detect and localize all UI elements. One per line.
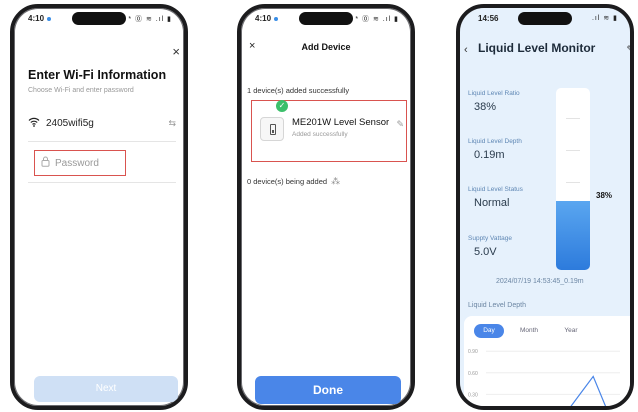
dynamic-island [72, 12, 126, 25]
metric-value-depth: 0.19m [474, 149, 505, 161]
status-icons: * ⓪ ≋ .ıl ▮ [128, 16, 172, 23]
screenshot-stage: 4:10 * ⓪ ≋ .ıl ▮ × Enter Wi-Fi Informati… [0, 0, 638, 412]
device-status: Added successfully [292, 131, 348, 138]
status-time: 4:10 [28, 14, 52, 23]
section-title: Liquid Level Depth [468, 302, 526, 309]
status-bar: 14:56 .ıl ≋ ▮ [460, 8, 630, 30]
close-icon[interactable]: × [172, 44, 180, 59]
location-dot-icon [47, 16, 52, 21]
status-icons: .ıl ≋ ▮ [591, 15, 618, 22]
y-tick-label: 0.60 [468, 371, 478, 377]
wifi-network-selector[interactable]: 2405wifi5g ⇆ [28, 112, 176, 142]
page-title: Add Device [301, 42, 351, 52]
tab-day[interactable]: Day [474, 324, 504, 338]
done-button[interactable]: Done [255, 376, 401, 404]
metric-label-depth: Liquid Level Depth [468, 138, 522, 145]
tank-tick [566, 150, 580, 151]
location-dot-icon [274, 16, 279, 21]
dynamic-island [299, 12, 353, 25]
tab-year[interactable]: Year [556, 324, 586, 338]
added-count-text: 1 device(s) added successfully [247, 86, 350, 95]
depth-line-chart: 0.90 0.60 0.30 [468, 349, 620, 406]
phone-level-monitor: 14:56 .ıl ≋ ▮ ‹ Liquid Level Monitor ✎ L… [456, 4, 634, 410]
switch-network-icon[interactable]: ⇆ [168, 118, 176, 129]
wifi-ssid: 2405wifi5g [46, 118, 94, 129]
depth-chart-card: Day Month Year 0.90 0.60 0.30 [464, 316, 630, 406]
sensor-device-icon [260, 117, 284, 141]
status-bar: 4:10 * ⓪ ≋ .ıl ▮ [241, 8, 411, 30]
edit-icon[interactable]: ✎ [626, 44, 630, 55]
adding-count-text: 0 device(s) being added ⁂ [247, 176, 341, 186]
wifi-icon [28, 117, 40, 130]
phone-wifi-setup: 4:10 * ⓪ ≋ .ıl ▮ × Enter Wi-Fi Informati… [10, 4, 188, 410]
divider [28, 182, 176, 183]
loading-spinner-icon: ⁂ [331, 176, 341, 186]
page-title: Liquid Level Monitor [478, 41, 596, 55]
metric-value-status: Normal [474, 197, 510, 209]
y-tick-label: 0.30 [468, 392, 478, 398]
metric-value-ratio: 38% [474, 101, 497, 113]
depth-series-line [570, 375, 607, 406]
status-icons: * ⓪ ≋ .ıl ▮ [355, 16, 399, 23]
device-name: ME201W Level Sensor [292, 117, 390, 128]
back-icon[interactable]: ‹ [464, 44, 468, 56]
device-card[interactable]: ✓ ME201W Level Sensor Added successfully… [251, 100, 407, 162]
reading-timestamp: 2024/07/19 14:53:45_0.19m [496, 278, 584, 285]
tab-month[interactable]: Month [514, 324, 544, 338]
password-field-highlight [34, 150, 126, 176]
status-bar: 4:10 * ⓪ ≋ .ıl ▮ [14, 8, 184, 30]
next-button[interactable]: Next [34, 376, 178, 402]
dynamic-island [518, 12, 572, 25]
page-subtitle: Choose Wi-Fi and enter password [28, 87, 134, 94]
tank-tick [566, 118, 580, 119]
edit-name-icon[interactable]: ✎ [396, 119, 404, 130]
status-time: 4:10 [255, 14, 279, 23]
status-time: 14:56 [478, 14, 499, 23]
metric-label-status: Liquid Level Status [468, 186, 523, 193]
tank-percent-label: 38% [596, 191, 613, 200]
metric-label-ratio: Liquid Level Ratio [468, 90, 520, 97]
page-title: Enter Wi-Fi Information [28, 68, 167, 82]
tank-tick [566, 182, 580, 183]
tank-fill [556, 200, 590, 270]
password-input[interactable] [55, 155, 123, 171]
lock-icon [41, 156, 50, 170]
check-icon: ✓ [276, 100, 288, 112]
level-tank-gauge [556, 88, 590, 270]
phone-add-device: 4:10 * ⓪ ≋ .ıl ▮ × Add Device 1 device(s… [237, 4, 415, 410]
metric-value-voltage: 5.0V [474, 246, 497, 258]
y-tick-label: 0.90 [468, 349, 478, 355]
metric-label-voltage: Suppty Vattage [468, 235, 512, 242]
